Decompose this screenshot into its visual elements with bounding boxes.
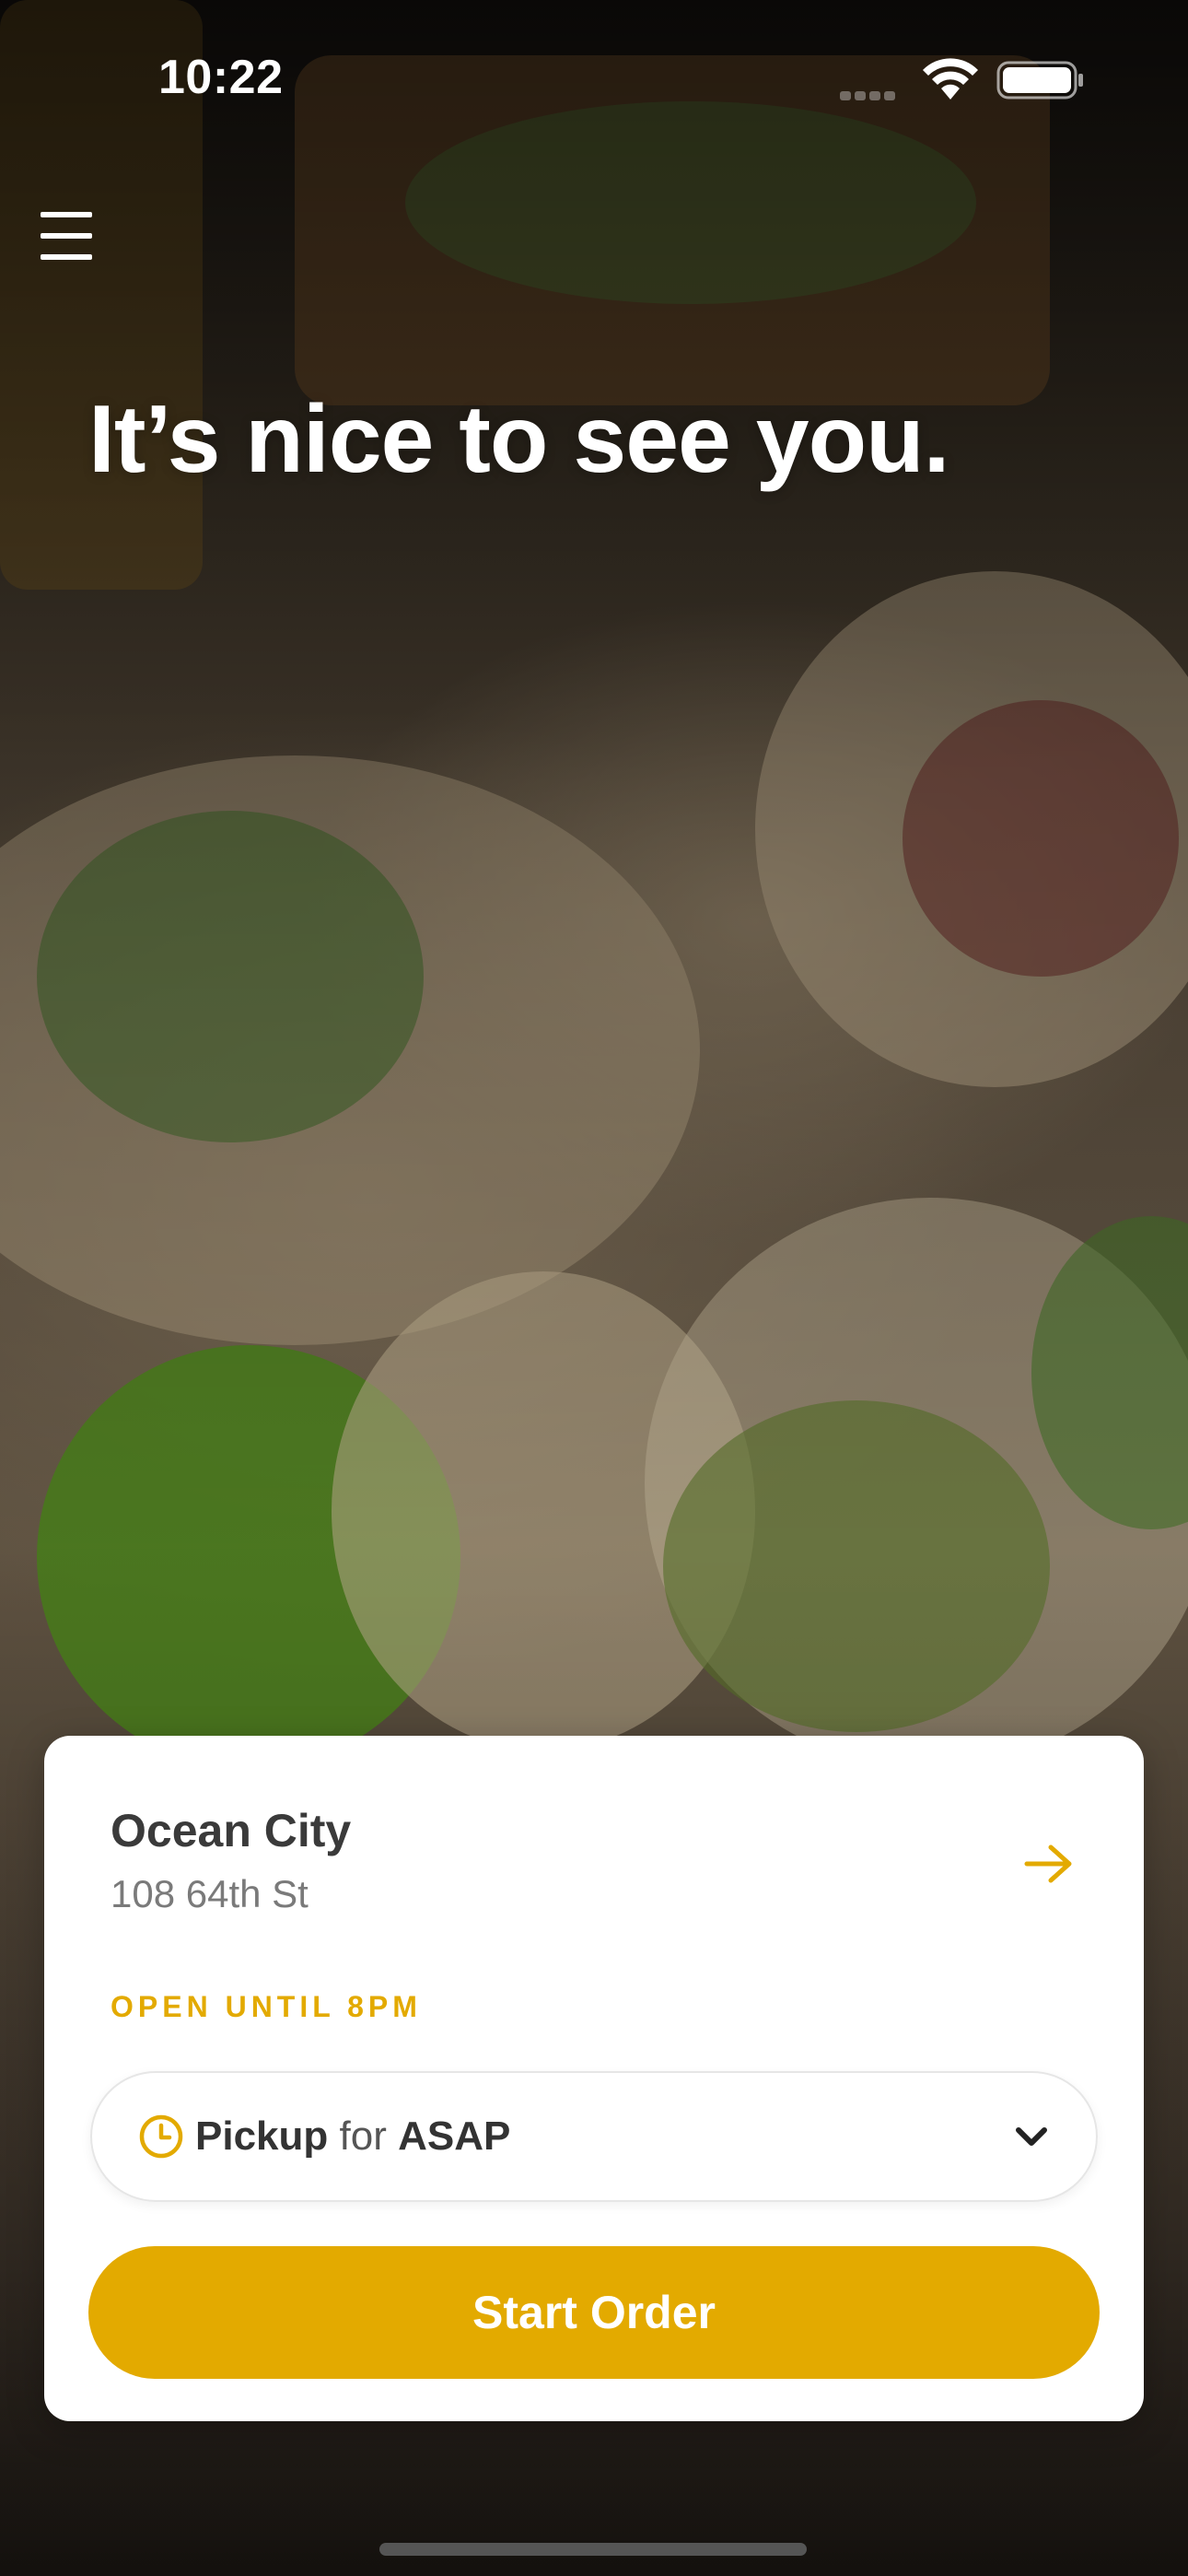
location-card: Ocean City 108 64th St OPEN UNTIL 8PM Pi… xyxy=(44,1736,1144,2421)
location-address: 108 64th St xyxy=(111,1872,309,1915)
hamburger-menu-icon[interactable] xyxy=(41,212,92,260)
order-connector: for xyxy=(339,2113,387,2159)
wifi-icon xyxy=(923,58,978,100)
start-order-button[interactable]: Start Order xyxy=(88,2246,1100,2379)
greeting-title: It’s nice to see you. xyxy=(88,386,950,493)
cellular-signal-icon xyxy=(840,88,904,100)
order-type-summary: Pickup for ASAP xyxy=(195,2113,510,2160)
order-time: ASAP xyxy=(398,2113,511,2159)
order-method: Pickup xyxy=(195,2113,329,2159)
home-indicator[interactable] xyxy=(379,2543,807,2556)
order-type-select[interactable]: Pickup for ASAP xyxy=(90,2071,1098,2202)
battery-icon xyxy=(996,61,1083,100)
location-name: Ocean City xyxy=(111,1805,352,1856)
status-bar: 10:22 xyxy=(0,0,1188,157)
status-time: 10:22 xyxy=(158,51,284,104)
location-details-button[interactable] xyxy=(1017,1832,1081,1896)
clock-icon xyxy=(139,2114,183,2159)
chevron-down-icon xyxy=(1016,2127,1047,2146)
open-hours-status: OPEN UNTIL 8PM xyxy=(111,1990,422,2023)
arrow-right-icon xyxy=(1024,1844,1072,1883)
